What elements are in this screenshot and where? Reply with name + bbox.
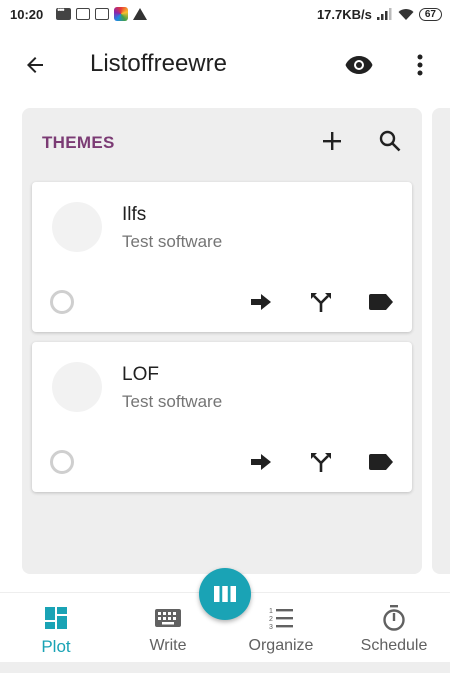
search-button[interactable] [376, 126, 404, 156]
status-bar: 10:20 17.7KB/s 67 [0, 0, 450, 28]
arrow-right-icon [251, 454, 271, 470]
label-icon [369, 294, 393, 310]
app-notification-icon [95, 8, 110, 20]
network-speed: 17.7KB/s [316, 6, 372, 22]
theme-card[interactable]: Ilfs Test software [32, 182, 412, 332]
status-radio[interactable] [50, 290, 74, 314]
more-options-button[interactable] [408, 50, 432, 80]
theme-name: Ilfs [122, 204, 147, 225]
tab-label: Plot [41, 637, 71, 656]
add-theme-button[interactable] [318, 126, 346, 156]
tab-schedule[interactable]: Schedule [338, 593, 450, 663]
theme-description: Test software [122, 392, 223, 411]
open-theme-button[interactable] [248, 290, 274, 314]
fork-icon [311, 293, 331, 312]
more-vert-icon [417, 54, 423, 76]
svg-text:2: 2 [269, 616, 273, 623]
avatar [52, 202, 102, 252]
themes-panel: THEMES Ilfs Test software LOF Test softw… [22, 108, 422, 574]
fork-button[interactable] [308, 450, 334, 474]
label-button[interactable] [368, 450, 394, 474]
numbered-list-icon: 123 [268, 605, 294, 631]
page-title: Listoffreewre [90, 50, 227, 77]
status-time: 10:20 [10, 6, 44, 22]
app-bar: Listoffreewre [0, 28, 450, 100]
tab-label: Organize [248, 637, 314, 654]
label-button[interactable] [368, 290, 394, 314]
wifi-icon [398, 9, 414, 20]
panel-title: THEMES [42, 133, 115, 152]
columns-fab-button[interactable] [199, 568, 251, 620]
tab-plot[interactable]: Plot [0, 593, 112, 663]
status-bar-right: 17.7KB/s 67 [317, 7, 442, 22]
avatar [52, 362, 102, 412]
columns-icon [214, 586, 236, 602]
status-radio[interactable] [50, 450, 74, 474]
status-bar-left: 10:20 [10, 5, 148, 22]
preview-button[interactable] [342, 50, 376, 80]
back-arrow-icon [27, 57, 43, 73]
back-button[interactable] [20, 50, 50, 80]
theme-name: LOF [122, 364, 159, 385]
fork-icon [311, 453, 331, 472]
eye-icon [345, 56, 373, 74]
next-panel-peek[interactable] [432, 108, 450, 574]
warning-icon [133, 8, 148, 20]
svg-text:3: 3 [269, 624, 273, 630]
app-notification-icon [76, 8, 91, 20]
keyboard-icon [155, 605, 181, 631]
search-icon [379, 130, 401, 152]
message-notification-icon [56, 5, 72, 20]
colorful-app-icon [114, 7, 129, 21]
bottom-strip [0, 662, 450, 673]
timer-icon [382, 605, 406, 631]
dashboard-icon [44, 605, 68, 631]
battery-indicator: 67 [418, 7, 442, 21]
tab-label: Write [149, 637, 187, 654]
theme-description: Test software [122, 232, 223, 251]
theme-card[interactable]: LOF Test software [32, 342, 412, 492]
plus-icon [323, 132, 341, 150]
arrow-right-icon [251, 294, 271, 310]
svg-text:1: 1 [269, 608, 273, 615]
open-theme-button[interactable] [248, 450, 274, 474]
label-icon [369, 454, 393, 470]
tab-label: Schedule [360, 637, 428, 654]
signal-icon [376, 8, 392, 20]
fork-button[interactable] [308, 290, 334, 314]
